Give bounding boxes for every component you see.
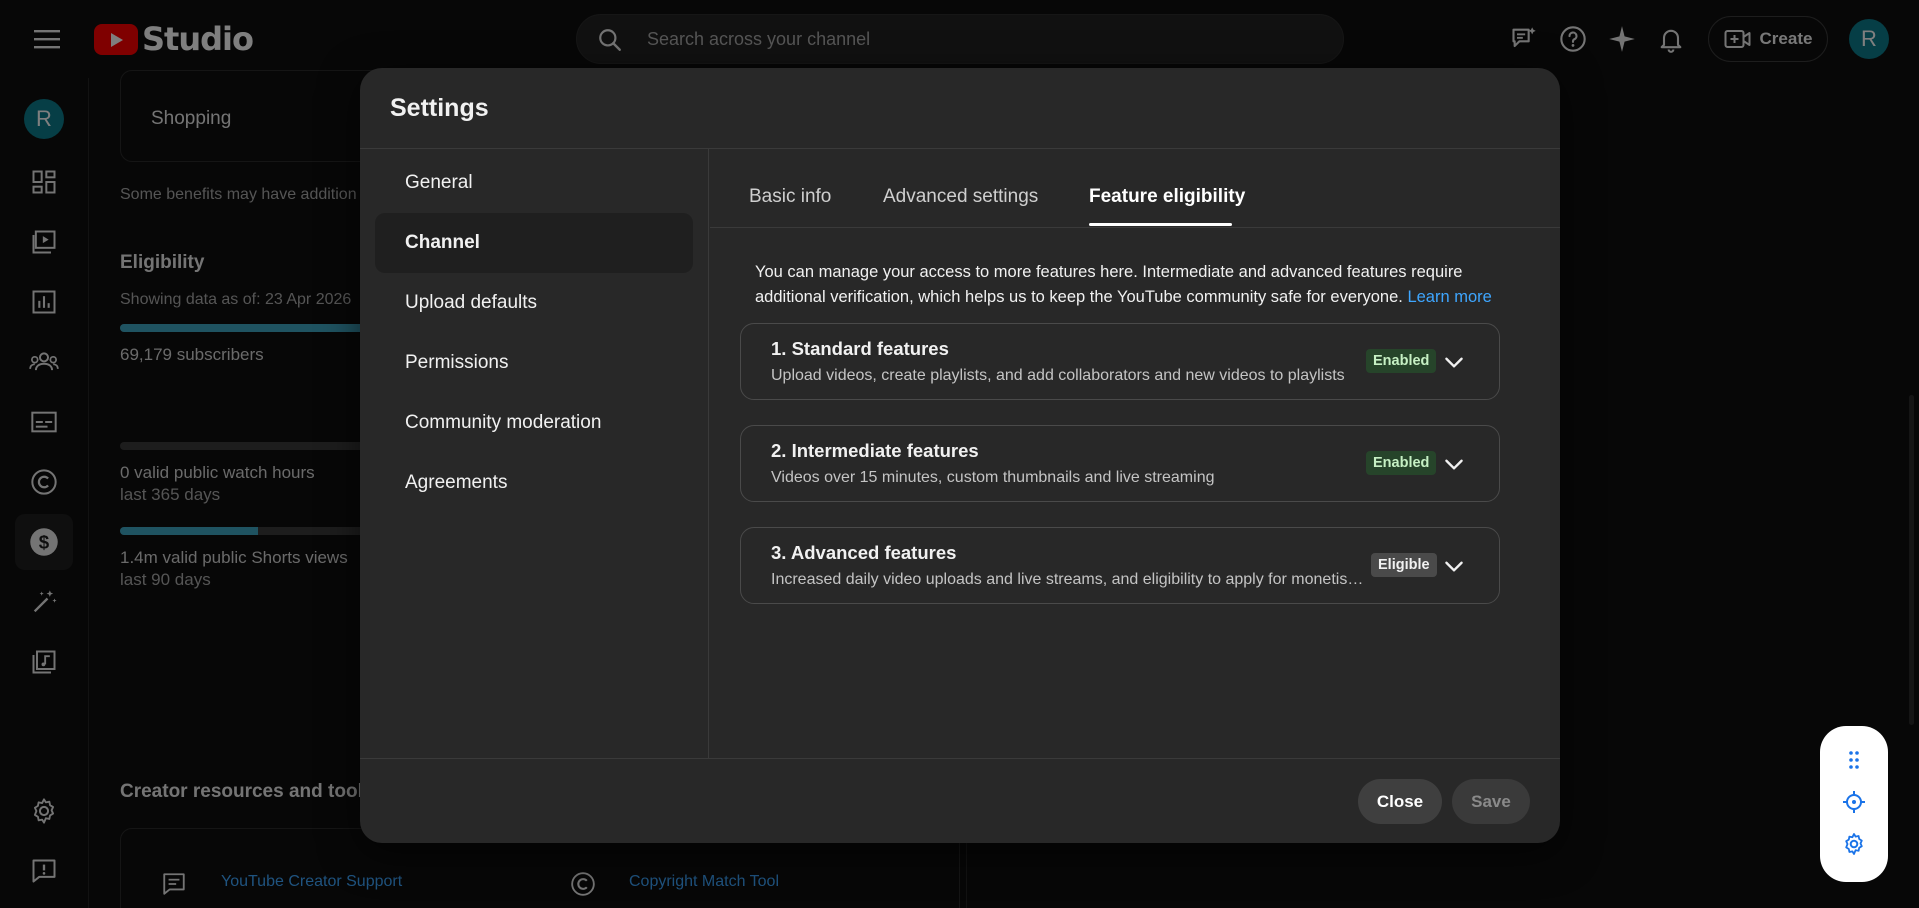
- nav-permissions[interactable]: Permissions: [375, 333, 693, 393]
- settings-dialog: Settings General Channel Upload defaults…: [360, 68, 1560, 843]
- feature-standard[interactable]: 1. Standard features Upload videos, crea…: [740, 323, 1500, 400]
- chevron-down-icon[interactable]: [1441, 451, 1467, 477]
- tab-feature-eligibility[interactable]: Feature eligibility: [1089, 186, 1245, 208]
- nav-agreements[interactable]: Agreements: [375, 453, 693, 513]
- nav-general[interactable]: General: [375, 153, 693, 213]
- feature-intermediate[interactable]: 2. Intermediate features Videos over 15 …: [740, 425, 1500, 502]
- intro-text: You can manage your access to more featu…: [755, 263, 1463, 306]
- feature-title: 2. Intermediate features: [771, 440, 979, 461]
- close-button[interactable]: Close: [1358, 779, 1442, 824]
- feature-description: Upload videos, create playlists, and add…: [771, 367, 1345, 384]
- feature-title: 1. Standard features: [771, 338, 949, 359]
- gear-icon[interactable]: [1842, 832, 1866, 856]
- tab-basic-info[interactable]: Basic info: [749, 186, 831, 208]
- feature-advanced[interactable]: 3. Advanced features Increased daily vid…: [740, 527, 1500, 604]
- feature-description: Increased daily video uploads and live s…: [771, 571, 1369, 588]
- learn-more-link[interactable]: Learn more: [1407, 288, 1491, 306]
- status-badge: Eligible: [1371, 553, 1437, 577]
- status-badge: Enabled: [1366, 349, 1437, 373]
- feature-intro: You can manage your access to more featu…: [755, 260, 1515, 310]
- chevron-down-icon[interactable]: [1441, 553, 1467, 579]
- status-badge: Enabled: [1366, 451, 1437, 475]
- nav-channel[interactable]: Channel: [375, 213, 693, 273]
- dialog-title: Settings: [390, 94, 489, 122]
- floating-tool-widget: [1820, 726, 1888, 882]
- crosshair-icon[interactable]: [1842, 790, 1866, 814]
- active-tab-indicator: [1089, 223, 1232, 226]
- drag-handle-icon[interactable]: [1842, 748, 1866, 772]
- tabs-divider: [710, 227, 1560, 228]
- save-button[interactable]: Save: [1452, 779, 1530, 824]
- dialog-divider-bottom: [360, 758, 1560, 759]
- settings-nav: General Channel Upload defaults Permissi…: [360, 149, 709, 759]
- tab-advanced-settings[interactable]: Advanced settings: [883, 186, 1038, 208]
- feature-title: 3. Advanced features: [771, 542, 957, 563]
- chevron-down-icon[interactable]: [1441, 349, 1467, 375]
- nav-upload-defaults[interactable]: Upload defaults: [375, 273, 693, 333]
- feature-description: Videos over 15 minutes, custom thumbnail…: [771, 469, 1215, 486]
- nav-community-moderation[interactable]: Community moderation: [375, 393, 693, 453]
